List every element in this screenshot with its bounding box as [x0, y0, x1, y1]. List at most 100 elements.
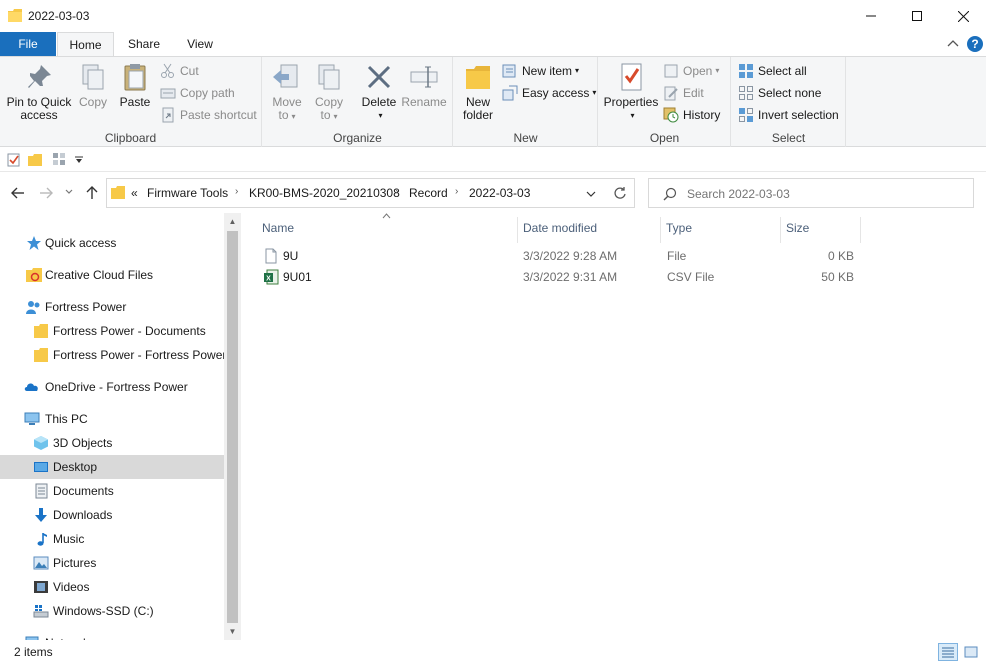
copy-to-button[interactable]: Copy to ▾ — [311, 61, 347, 123]
nav-scrollbar[interactable]: ▲ ▼ — [224, 213, 241, 640]
tab-home[interactable]: Home — [57, 32, 114, 57]
breadcrumb-kr00-bms[interactable]: KR00-BMS-2020_20210308 — [249, 186, 400, 200]
nav-item-documents[interactable]: Documents — [0, 479, 224, 503]
open-button[interactable]: Open ▾ — [663, 61, 719, 81]
address-bar[interactable]: « Firmware Tools › KR00-BMS-2020_2021030… — [106, 178, 634, 208]
copy-path-button[interactable]: Copy path — [160, 83, 235, 103]
search-box[interactable] — [648, 178, 974, 208]
large-icons-view-button[interactable] — [961, 643, 981, 661]
edit-button[interactable]: Edit — [663, 83, 704, 103]
paste-icon — [124, 64, 146, 91]
paste-button[interactable]: Paste — [116, 61, 154, 109]
properties-button[interactable]: Properties ▾ — [603, 61, 659, 122]
table-row[interactable]: 9U 3/3/2022 9:28 AM File 0 KB — [255, 246, 855, 267]
back-arrow-icon[interactable] — [10, 185, 26, 201]
cut-button[interactable]: Cut — [160, 61, 199, 81]
details-view-button[interactable] — [938, 643, 958, 661]
paste-shortcut-button[interactable]: Paste shortcut — [160, 105, 257, 125]
up-arrow-icon[interactable] — [84, 185, 100, 201]
close-button[interactable] — [940, 0, 986, 32]
rename-button[interactable]: Rename — [401, 61, 447, 109]
column-header-size[interactable]: Size — [780, 217, 861, 243]
breadcrumb-firmware-tools[interactable]: Firmware Tools — [147, 186, 228, 200]
new-folder-button[interactable]: New folder — [458, 61, 498, 122]
paste-shortcut-icon — [162, 107, 174, 123]
new-item-button[interactable]: New item ▾ — [502, 61, 579, 81]
file-date: 3/3/2022 9:31 AM — [523, 270, 618, 284]
minimize-button[interactable] — [848, 0, 894, 32]
tab-share[interactable]: Share — [116, 32, 172, 56]
table-row[interactable]: X 9U01 3/3/2022 9:31 AM CSV File 50 KB — [255, 267, 855, 288]
easy-access-icon — [502, 85, 518, 101]
properties-qat-icon[interactable] — [7, 153, 21, 167]
file-date: 3/3/2022 9:28 AM — [523, 249, 618, 263]
nav-item-this-pc[interactable]: This PC — [0, 407, 224, 431]
copy-path-label: Copy path — [180, 86, 235, 100]
scrollbar-thumb[interactable] — [227, 231, 238, 623]
pin-to-quick-access-button[interactable]: Pin to Quick access — [4, 61, 74, 122]
nav-item-onedrive[interactable]: OneDrive - Fortress Power — [0, 375, 224, 399]
copy-icon — [82, 64, 104, 90]
breadcrumb-overflow[interactable]: « — [131, 186, 138, 200]
file-icon — [265, 248, 277, 264]
breadcrumb-current[interactable]: 2022-03-03 — [469, 186, 530, 200]
new-folder-qat-icon[interactable] — [28, 153, 42, 167]
nav-item-downloads[interactable]: Downloads — [0, 503, 224, 527]
address-dropdown-icon[interactable] — [585, 189, 597, 199]
edit-label: Edit — [683, 86, 704, 100]
nav-item-music[interactable]: Music — [0, 527, 224, 551]
search-icon — [663, 187, 677, 201]
chevron-right-icon[interactable]: › — [455, 186, 458, 197]
select-none-icon — [739, 86, 753, 100]
nav-item-fortress-power-documents[interactable]: Fortress Power - Documents — [0, 319, 224, 343]
easy-access-button[interactable]: Easy access ▾ — [502, 83, 596, 103]
documents-icon — [35, 483, 48, 499]
forward-arrow-icon[interactable] — [38, 185, 54, 201]
delete-x-icon — [367, 65, 391, 89]
folder-icon — [8, 9, 22, 22]
scroll-up-icon[interactable]: ▲ — [224, 213, 241, 230]
qat-dropdown-icon[interactable] — [74, 155, 84, 165]
scroll-down-icon[interactable]: ▼ — [224, 623, 241, 640]
clipboard-group: Pin to Quick access Copy Paste Cut Copy … — [0, 57, 262, 147]
move-to-button[interactable]: Move to ▾ — [269, 61, 305, 123]
nav-item-creative-cloud-files[interactable]: Creative Cloud Files — [0, 263, 224, 287]
refresh-button[interactable] — [605, 178, 635, 208]
scissors-icon — [161, 63, 174, 78]
column-header-date-modified[interactable]: Date modified — [517, 217, 661, 243]
tab-view[interactable]: View — [174, 32, 226, 56]
nav-item-network[interactable]: Network — [0, 631, 224, 640]
search-input[interactable] — [687, 185, 957, 203]
maximize-icon — [912, 11, 922, 21]
help-icon[interactable]: ? — [966, 35, 984, 53]
invert-selection-button[interactable]: Invert selection — [738, 105, 839, 125]
nav-item-desktop[interactable]: Desktop — [0, 455, 224, 479]
nav-item-videos[interactable]: Videos — [0, 575, 224, 599]
column-header-name[interactable]: Name — [256, 217, 518, 243]
new-item-caret-icon: ▾ — [575, 66, 580, 75]
chevron-right-icon[interactable]: › — [395, 186, 398, 197]
breadcrumb-record[interactable]: Record — [409, 186, 448, 200]
select-all-button[interactable]: Select all — [738, 61, 807, 81]
chevron-right-icon[interactable]: › — [235, 186, 238, 197]
nav-item-fortress-power[interactable]: Fortress Power — [0, 295, 224, 319]
tab-file[interactable]: File — [0, 32, 56, 56]
recent-locations-icon[interactable] — [64, 187, 74, 197]
customize-qat-icon[interactable] — [51, 152, 67, 168]
maximize-button[interactable] — [894, 0, 940, 32]
nav-item-fortress-power-fortress-power[interactable]: Fortress Power - Fortress Power ( — [0, 343, 224, 367]
nav-item-quick-access[interactable]: Quick access — [0, 231, 224, 255]
select-all-icon — [739, 64, 753, 78]
collapse-ribbon-icon[interactable] — [947, 39, 959, 49]
column-header-type[interactable]: Type — [660, 217, 781, 243]
ribbon-tabs: File Home Share View ? — [0, 32, 986, 57]
csv-file-icon: X — [264, 269, 279, 285]
delete-button[interactable]: Delete ▾ — [359, 61, 399, 122]
select-none-button[interactable]: Select none — [738, 83, 821, 103]
nav-item-3d-objects[interactable]: 3D Objects — [0, 431, 224, 455]
copy-button[interactable]: Copy — [76, 61, 110, 109]
nav-item-pictures[interactable]: Pictures — [0, 551, 224, 575]
nav-item-windows-ssd[interactable]: Windows-SSD (C:) — [0, 599, 224, 623]
history-button[interactable]: History — [663, 105, 720, 125]
cube-icon — [34, 436, 48, 450]
